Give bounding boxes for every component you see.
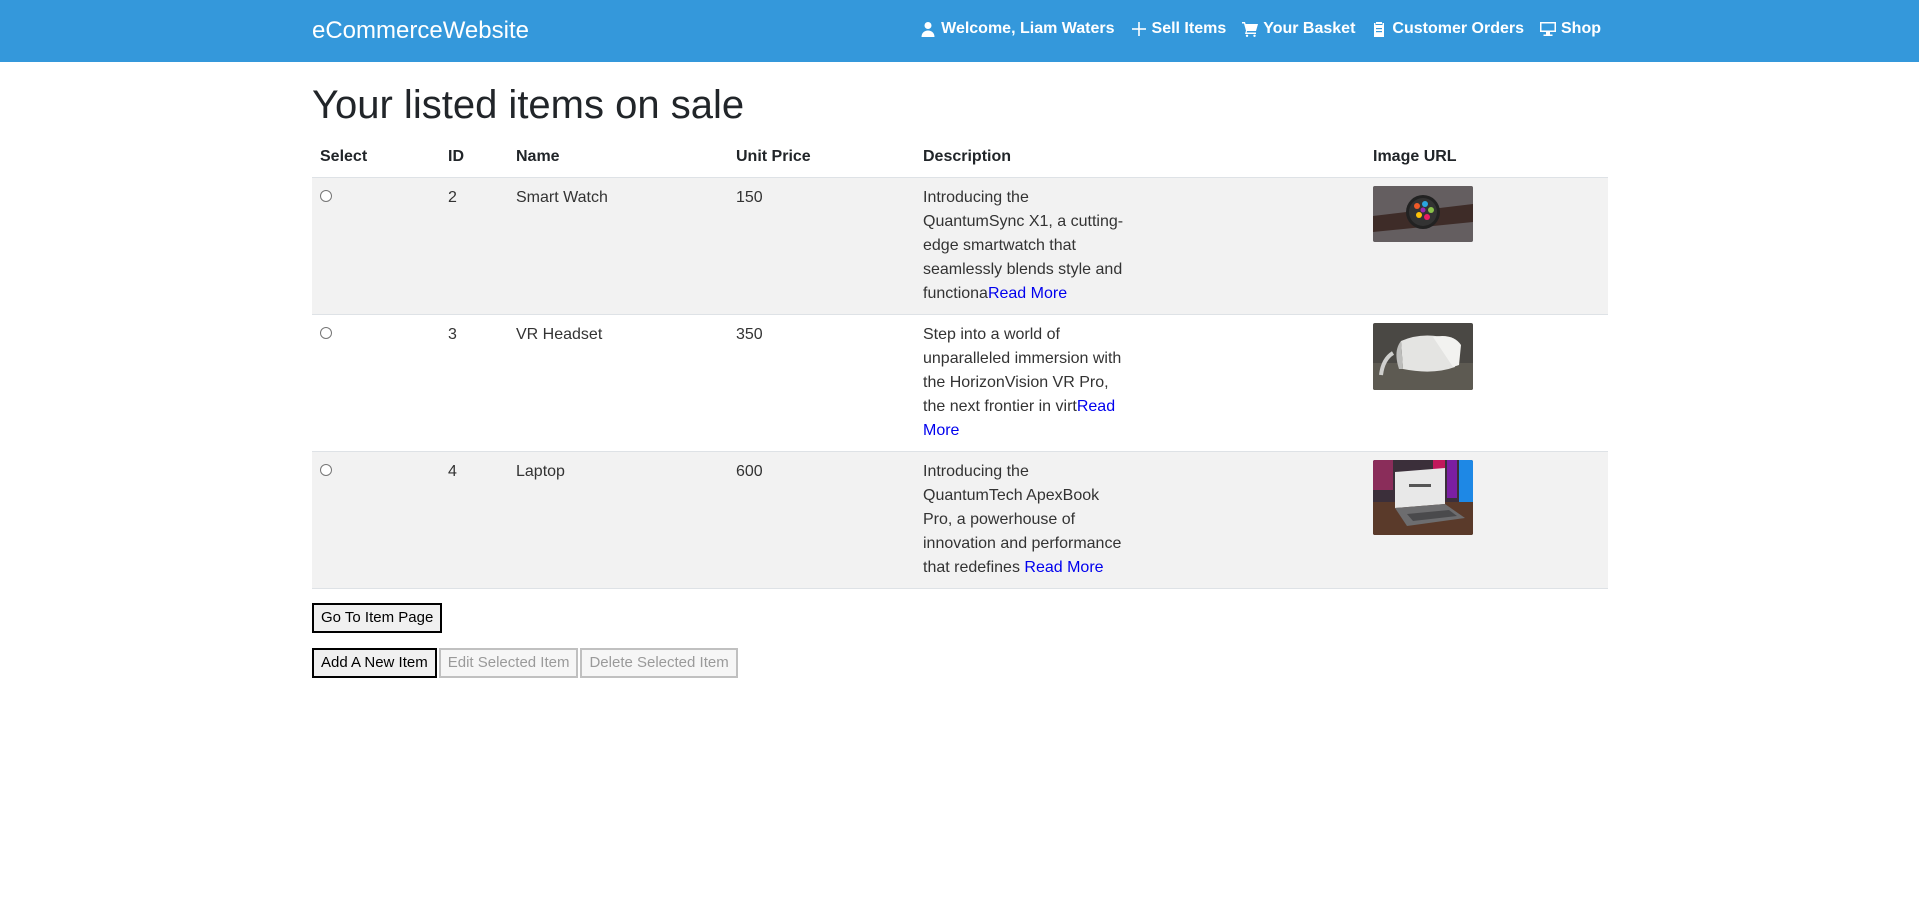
header-description: Description — [915, 140, 1365, 178]
nav-customer-orders-label: Customer Orders — [1392, 20, 1524, 37]
table-row: 4 Laptop 600 Introducing the QuantumTech… — [312, 451, 1608, 589]
laptop-image — [1373, 460, 1473, 535]
item-name: VR Headset — [508, 314, 728, 452]
nav-welcome-user[interactable]: Welcome, Liam Waters — [920, 18, 1115, 40]
item-price: 350 — [728, 314, 915, 452]
monitor-icon — [1540, 22, 1556, 36]
table-header-row: Select ID Name Unit Price Description Im… — [312, 140, 1608, 178]
select-radio[interactable] — [320, 190, 332, 202]
header-name: Name — [508, 140, 728, 178]
item-name: Smart Watch — [508, 177, 728, 315]
listed-items-table: Select ID Name Unit Price Description Im… — [312, 140, 1608, 589]
item-description-cell: Step into a world of unparalleled immers… — [915, 314, 1365, 452]
main-content: Your listed items on sale Select ID Name… — [312, 62, 1608, 678]
delete-selected-item-button[interactable]: Delete Selected Item — [580, 648, 738, 678]
item-id: 4 — [440, 451, 508, 589]
plus-icon — [1131, 22, 1146, 36]
nav-sell-items-label: Sell Items — [1151, 20, 1227, 37]
nav-shop-label: Shop — [1561, 20, 1601, 37]
select-radio[interactable] — [320, 327, 332, 339]
go-to-item-page-button[interactable]: Go To Item Page — [312, 603, 443, 633]
nav-your-basket-label: Your Basket — [1263, 20, 1356, 37]
item-id: 3 — [440, 314, 508, 452]
header-select: Select — [312, 140, 440, 178]
edit-selected-item-button[interactable]: Edit Selected Item — [438, 648, 579, 678]
header-unit-price: Unit Price — [728, 140, 915, 178]
read-more-link[interactable]: Read More — [1024, 559, 1103, 576]
vr-headset-image — [1373, 323, 1473, 390]
page-title: Your listed items on sale — [312, 83, 745, 127]
nav-your-basket[interactable]: Your Basket — [1242, 18, 1355, 40]
nav-welcome-label: Welcome, Liam Waters — [941, 20, 1115, 37]
header-id: ID — [440, 140, 508, 178]
item-id: 2 — [440, 177, 508, 315]
item-description-cell: Introducing the QuantumSync X1, a cuttin… — [915, 177, 1365, 315]
item-price: 150 — [728, 177, 915, 315]
table-row: 2 Smart Watch 150 Introducing the Quantu… — [312, 177, 1608, 315]
item-price: 600 — [728, 451, 915, 589]
add-new-item-button[interactable]: Add A New Item — [312, 648, 437, 678]
smartwatch-image — [1373, 186, 1473, 242]
user-icon — [921, 22, 935, 37]
header-image-url: Image URL — [1365, 140, 1608, 178]
nav-shop[interactable]: Shop — [1540, 18, 1601, 40]
table-row: 3 VR Headset 350 Step into a world of un… — [312, 314, 1608, 452]
select-radio[interactable] — [320, 464, 332, 476]
cart-icon — [1242, 22, 1259, 37]
nav-customer-orders[interactable]: Customer Orders — [1371, 18, 1524, 40]
item-image-cell — [1365, 451, 1608, 589]
item-description-cell: Introducing the QuantumTech ApexBook Pro… — [915, 451, 1365, 589]
item-image-cell — [1365, 177, 1608, 315]
item-image-cell — [1365, 314, 1608, 452]
read-more-link[interactable]: Read More — [988, 285, 1067, 302]
top-navbar: eCommerceWebsite Welcome, Liam Waters Se… — [0, 0, 1919, 62]
brand-logo-link[interactable]: eCommerceWebsite — [312, 16, 529, 46]
nav-sell-items[interactable]: Sell Items — [1131, 18, 1227, 40]
nav-links: Welcome, Liam Waters Sell Items Your Bas… — [920, 18, 1601, 40]
item-name: Laptop — [508, 451, 728, 589]
clipboard-icon — [1374, 22, 1385, 37]
